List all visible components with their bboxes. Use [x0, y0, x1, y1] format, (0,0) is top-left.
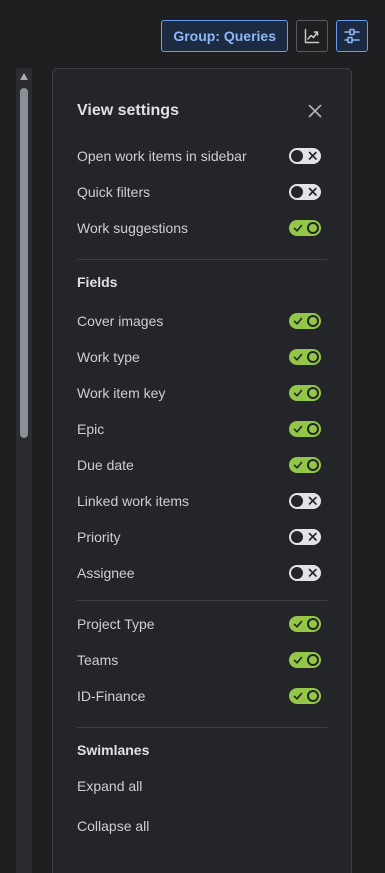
fields-heading: Fields	[77, 274, 118, 290]
board-scrollbar[interactable]	[16, 68, 32, 873]
id-finance-toggle[interactable]	[289, 688, 321, 704]
setting-row-cover-images: Cover images	[77, 309, 321, 333]
toggle-knob	[307, 459, 319, 471]
setting-row-epic: Epic	[77, 417, 321, 441]
setting-row-project-type: Project Type	[77, 612, 321, 636]
check-icon	[293, 353, 303, 361]
toggle-knob	[307, 387, 319, 399]
divider	[77, 600, 327, 601]
setting-label: Work suggestions	[77, 220, 189, 236]
toggle-knob	[291, 150, 303, 162]
panel-header: View settings	[77, 99, 327, 123]
setting-row-work-suggestions: Work suggestions	[77, 216, 321, 240]
setting-row-linked-work-items: Linked work items	[77, 489, 321, 513]
cover-images-toggle[interactable]	[289, 313, 321, 329]
board-toolbar: Group: Queries	[161, 20, 368, 52]
view-settings-panel: View settings Open work items in sidebar…	[52, 68, 352, 873]
setting-row-due-date: Due date	[77, 453, 321, 477]
divider	[77, 727, 327, 728]
due-date-toggle[interactable]	[289, 457, 321, 473]
setting-label: Work item key	[77, 385, 166, 401]
scroll-up-icon[interactable]	[20, 73, 28, 80]
cross-icon	[308, 151, 317, 160]
swimlanes-heading: Swimlanes	[77, 742, 150, 758]
cross-icon	[308, 496, 317, 505]
toggle-knob	[291, 495, 303, 507]
setting-row-quick-filters: Quick filters	[77, 180, 321, 204]
toggle-knob	[291, 567, 303, 579]
cross-icon	[308, 532, 317, 541]
panel-title: View settings	[77, 102, 179, 119]
expand-all-button[interactable]: Expand all	[77, 778, 142, 794]
check-icon	[293, 389, 303, 397]
setting-label: Quick filters	[77, 184, 151, 200]
quick-filters-toggle[interactable]	[289, 184, 321, 200]
check-icon	[293, 692, 303, 700]
scroll-thumb[interactable]	[20, 88, 28, 438]
setting-label: Priority	[77, 529, 121, 545]
toggle-knob	[291, 186, 303, 198]
setting-label: Due date	[77, 457, 134, 473]
view-settings-button[interactable]	[336, 20, 368, 52]
check-icon	[293, 461, 303, 469]
work-type-toggle[interactable]	[289, 349, 321, 365]
setting-row-teams: Teams	[77, 648, 321, 672]
toggle-knob	[307, 423, 319, 435]
setting-label: Project Type	[77, 616, 155, 632]
work-suggestions-toggle[interactable]	[289, 220, 321, 236]
setting-label: ID-Finance	[77, 688, 146, 704]
check-icon	[293, 620, 303, 628]
close-icon	[308, 104, 322, 118]
setting-label: Cover images	[77, 313, 164, 329]
setting-row-work-item-key: Work item key	[77, 381, 321, 405]
setting-row-id-finance: ID-Finance	[77, 684, 321, 708]
sliders-icon	[344, 28, 360, 44]
work-item-key-toggle[interactable]	[289, 385, 321, 401]
close-button[interactable]	[303, 99, 327, 123]
project-type-toggle[interactable]	[289, 616, 321, 632]
collapse-all-button[interactable]: Collapse all	[77, 818, 149, 834]
toggle-knob	[291, 531, 303, 543]
setting-label: Epic	[77, 421, 105, 437]
setting-row-open-work-items-in-sidebar: Open work items in sidebar	[77, 144, 321, 168]
toggle-knob	[307, 351, 319, 363]
toggle-knob	[307, 222, 319, 234]
check-icon	[293, 425, 303, 433]
cross-icon	[308, 568, 317, 577]
toggle-knob	[307, 654, 319, 666]
check-icon	[293, 656, 303, 664]
setting-label: Work type	[77, 349, 140, 365]
insights-button[interactable]	[296, 20, 328, 52]
group-by-button[interactable]: Group: Queries	[161, 20, 288, 52]
line-chart-icon	[304, 28, 320, 44]
assignee-toggle[interactable]	[289, 565, 321, 581]
setting-label: Open work items in sidebar	[77, 148, 247, 164]
divider	[77, 259, 327, 260]
open-work-items-in-sidebar-toggle[interactable]	[289, 148, 321, 164]
linked-work-items-toggle[interactable]	[289, 493, 321, 509]
check-icon	[293, 224, 303, 232]
toggle-knob	[307, 618, 319, 630]
priority-toggle[interactable]	[289, 529, 321, 545]
setting-label: Teams	[77, 652, 119, 668]
setting-row-priority: Priority	[77, 525, 321, 549]
epic-toggle[interactable]	[289, 421, 321, 437]
teams-toggle[interactable]	[289, 652, 321, 668]
toggle-knob	[307, 690, 319, 702]
setting-label: Assignee	[77, 565, 135, 581]
setting-label: Linked work items	[77, 493, 190, 509]
setting-row-assignee: Assignee	[77, 561, 321, 585]
setting-row-work-type: Work type	[77, 345, 321, 369]
check-icon	[293, 317, 303, 325]
cross-icon	[308, 187, 317, 196]
toggle-knob	[307, 315, 319, 327]
